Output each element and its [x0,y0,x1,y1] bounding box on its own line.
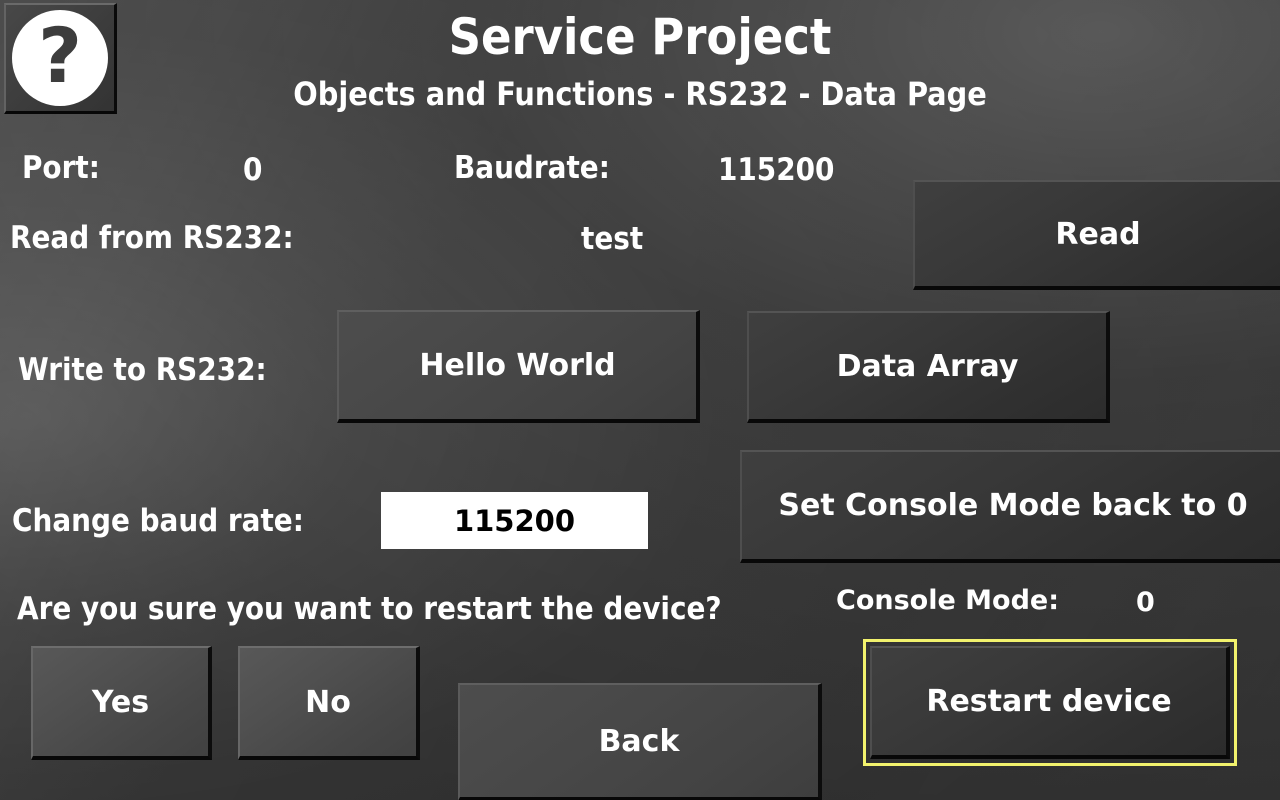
write-to-rs232-label: Write to RS232: [18,352,267,388]
data-array-button[interactable]: Data Array [747,311,1110,423]
restart-device-focus-ring: Restart device [863,639,1237,766]
rs232-data-page: ? Service Project Objects and Functions … [0,0,1280,800]
no-button[interactable]: No [238,646,420,760]
change-baud-rate-label: Change baud rate: [12,503,304,539]
hello-world-button[interactable]: Hello World [337,310,700,423]
restart-device-button[interactable]: Restart device [870,646,1230,759]
port-value: 0 [243,152,263,188]
set-console-mode-button[interactable]: Set Console Mode back to 0 [740,450,1280,563]
read-button[interactable]: Read [913,180,1280,290]
back-button[interactable]: Back [458,683,822,800]
console-mode-label: Console Mode: [836,585,1060,616]
read-from-rs232-value: test [581,221,644,257]
read-from-rs232-label: Read from RS232: [10,220,294,256]
restart-confirm-question: Are you sure you want to restart the dev… [17,591,722,627]
page-title: Service Project [448,8,832,66]
yes-button[interactable]: Yes [31,646,212,760]
baudrate-value: 115200 [718,152,835,188]
baud-rate-input[interactable]: 115200 [381,492,648,549]
console-mode-value: 0 [1136,587,1155,618]
port-label: Port: [22,150,100,186]
baudrate-label: Baudrate: [454,150,610,186]
page-subtitle: Objects and Functions - RS232 - Data Pag… [293,75,987,113]
